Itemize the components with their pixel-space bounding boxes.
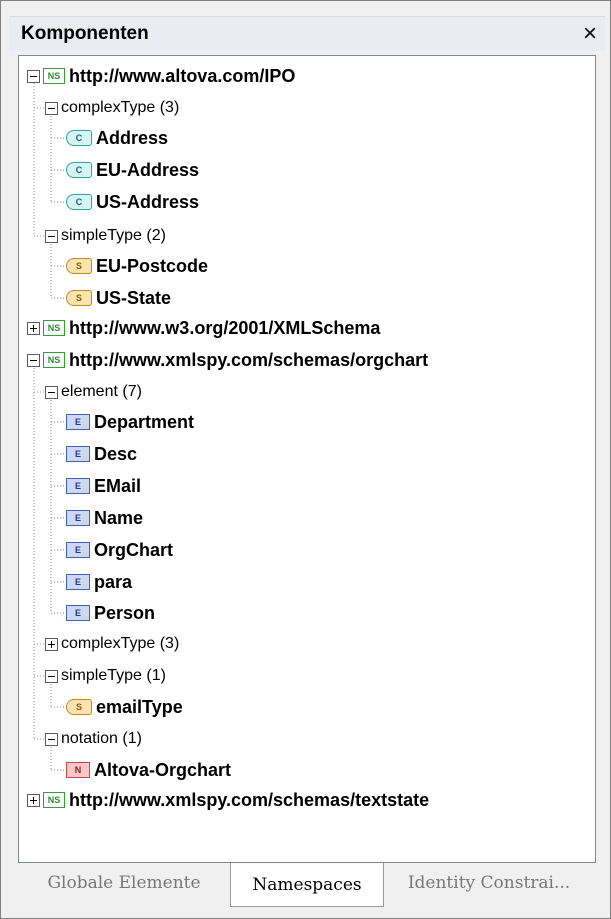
element-icon: E: [66, 542, 90, 558]
namespace-label: http://www.altova.com/IPO: [69, 65, 296, 86]
tab-namespaces[interactable]: Namespaces: [230, 863, 384, 907]
collapse-icon[interactable]: [45, 101, 58, 115]
tree-node-element[interactable]: E Name: [66, 504, 143, 532]
item-label: Department: [94, 411, 195, 432]
tree-node-simpletype[interactable]: S EU-Postcode: [66, 252, 208, 280]
tree-node-element[interactable]: E Desc: [66, 440, 137, 468]
group-label: simpleType (1): [61, 667, 166, 684]
element-icon: E: [66, 478, 90, 494]
tree-node-group[interactable]: complexType (3): [45, 94, 179, 122]
expand-icon[interactable]: [27, 321, 40, 335]
tree-node-group[interactable]: simpleType (1): [45, 662, 166, 690]
tree-node-element[interactable]: E OrgChart: [66, 536, 173, 564]
collapse-icon[interactable]: [27, 353, 40, 367]
tree-node-element[interactable]: E para: [66, 568, 132, 596]
tree-node-element[interactable]: E Department: [66, 408, 194, 436]
element-icon: E: [66, 414, 90, 430]
tree-node-simpletype[interactable]: S emailType: [66, 693, 183, 721]
item-label: Person: [94, 602, 156, 623]
element-icon: E: [66, 510, 90, 526]
namespace-icon: NS: [43, 792, 65, 808]
collapse-icon[interactable]: [45, 229, 58, 243]
tab-identity-constraints[interactable]: Identity Constrai...: [384, 863, 594, 903]
item-label: emailType: [96, 696, 183, 717]
panel-title: Komponenten: [21, 23, 149, 44]
group-label: element (7): [61, 383, 142, 400]
group-label: complexType (3): [61, 99, 180, 116]
tree-node-namespace[interactable]: NS http://www.w3.org/2001/XMLSchema: [27, 314, 380, 342]
close-icon[interactable]: ×: [583, 20, 597, 48]
tree-node-group[interactable]: element (7): [45, 378, 142, 406]
simpletype-icon: S: [66, 290, 92, 306]
collapse-icon[interactable]: [27, 69, 40, 83]
simpletype-icon: S: [66, 258, 92, 274]
namespace-icon: NS: [43, 352, 65, 368]
expand-icon[interactable]: [27, 793, 40, 807]
group-label: notation (1): [61, 730, 142, 747]
namespace-label: http://www.xmlspy.com/schemas/orgchart: [69, 349, 429, 370]
item-label: EMail: [94, 475, 142, 496]
item-label: US-Address: [96, 191, 200, 212]
namespace-icon: NS: [43, 320, 65, 336]
tree-node-group[interactable]: notation (1): [45, 725, 142, 753]
complextype-icon: C: [66, 162, 92, 178]
namespace-icon: NS: [43, 68, 65, 84]
tab-globale-elemente[interactable]: Globale Elemente: [18, 863, 230, 903]
namespace-label: http://www.xmlspy.com/schemas/textstate: [69, 789, 430, 810]
tree-node-element[interactable]: E Person: [66, 599, 155, 627]
tree-node-namespace[interactable]: NS http://www.altova.com/IPO: [27, 62, 295, 90]
element-icon: E: [66, 605, 90, 621]
collapse-icon[interactable]: [45, 385, 58, 399]
tree-node-namespace[interactable]: NS http://www.xmlspy.com/schemas/textsta…: [27, 786, 429, 814]
tree-node-complextype[interactable]: C Address: [66, 124, 168, 152]
element-icon: E: [66, 446, 90, 462]
tree-node-simpletype[interactable]: S US-State: [66, 284, 171, 312]
item-label: Name: [94, 507, 144, 528]
namespace-label: http://www.w3.org/2001/XMLSchema: [69, 317, 381, 338]
group-label: complexType (3): [61, 635, 180, 652]
group-label: simpleType (2): [61, 227, 166, 244]
tree-node-namespace[interactable]: NS http://www.xmlspy.com/schemas/orgchar…: [27, 346, 428, 374]
collapse-icon[interactable]: [45, 669, 58, 683]
item-label: Altova-Orgchart: [94, 759, 232, 780]
item-label: OrgChart: [94, 539, 174, 560]
components-panel: Komponenten × NS http://www.altova.com/I…: [0, 0, 611, 919]
complextype-icon: C: [66, 194, 92, 210]
panel-tabs: Globale Elemente Namespaces Identity Con…: [18, 863, 603, 907]
tree-node-element[interactable]: E EMail: [66, 472, 141, 500]
simpletype-icon: S: [66, 699, 92, 715]
collapse-icon[interactable]: [45, 732, 58, 746]
tree-node-complextype[interactable]: C US-Address: [66, 188, 199, 216]
item-label: EU-Address: [96, 159, 200, 180]
item-label: Desc: [94, 443, 138, 464]
item-label: Address: [96, 127, 169, 148]
element-icon: E: [66, 574, 90, 590]
tree-node-group[interactable]: simpleType (2): [45, 222, 166, 250]
item-label: EU-Postcode: [96, 255, 209, 276]
expand-icon[interactable]: [45, 637, 58, 651]
tree-node-group[interactable]: complexType (3): [45, 630, 179, 658]
item-label: para: [94, 571, 133, 592]
item-label: US-State: [96, 287, 172, 308]
complextype-icon: C: [66, 130, 92, 146]
panel-titlebar: Komponenten ×: [9, 16, 605, 51]
tree-node-complextype[interactable]: C EU-Address: [66, 156, 199, 184]
namespace-tree[interactable]: NS http://www.altova.com/IPO complexType…: [18, 55, 596, 863]
tree-node-notation[interactable]: N Altova-Orgchart: [66, 756, 231, 784]
notation-icon: N: [66, 762, 90, 778]
